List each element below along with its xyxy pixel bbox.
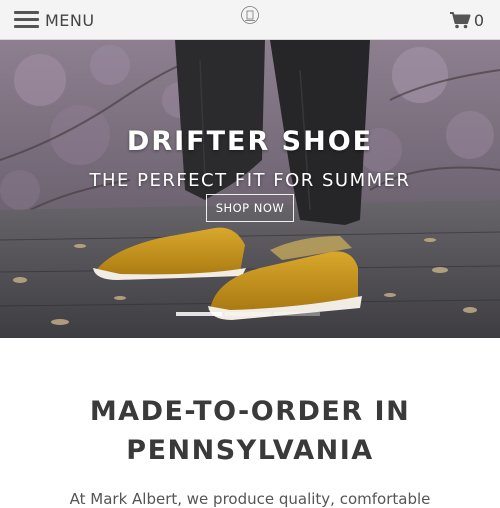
slide-indicator-2[interactable] [225, 312, 271, 316]
slide-indicators [176, 312, 320, 316]
hero-slideshow[interactable]: DRIFTER SHOE THE PERFECT FIT FOR SUMMER … [0, 40, 500, 338]
cart-count[interactable]: 0 [474, 11, 484, 30]
intro-heading-line-1: MADE-TO-ORDER IN [89, 396, 411, 427]
shop-now-button[interactable]: SHOP NOW [206, 194, 294, 222]
menu-label[interactable]: MENU [45, 11, 95, 30]
menu-button[interactable]: MENU [14, 9, 95, 31]
brand-logo[interactable] [240, 5, 260, 25]
hamburger-icon[interactable] [14, 11, 39, 29]
shopping-cart-icon[interactable] [449, 11, 471, 29]
hero-title: DRIFTER SHOE [126, 126, 374, 157]
slide-indicator-3[interactable] [274, 312, 320, 316]
intro-heading-line-2: PENNSYLVANIA [126, 435, 374, 466]
site-header: MENU 0 [0, 0, 500, 40]
cart-button[interactable]: 0 [449, 9, 484, 31]
slide-indicator-1[interactable] [176, 312, 222, 316]
intro-body: At Mark Albert, we produce quality, comf… [69, 490, 431, 508]
intro-heading: MADE-TO-ORDER IN PENNSYLVANIA [0, 392, 500, 470]
hero-subtitle: THE PERFECT FIT FOR SUMMER [89, 170, 411, 191]
